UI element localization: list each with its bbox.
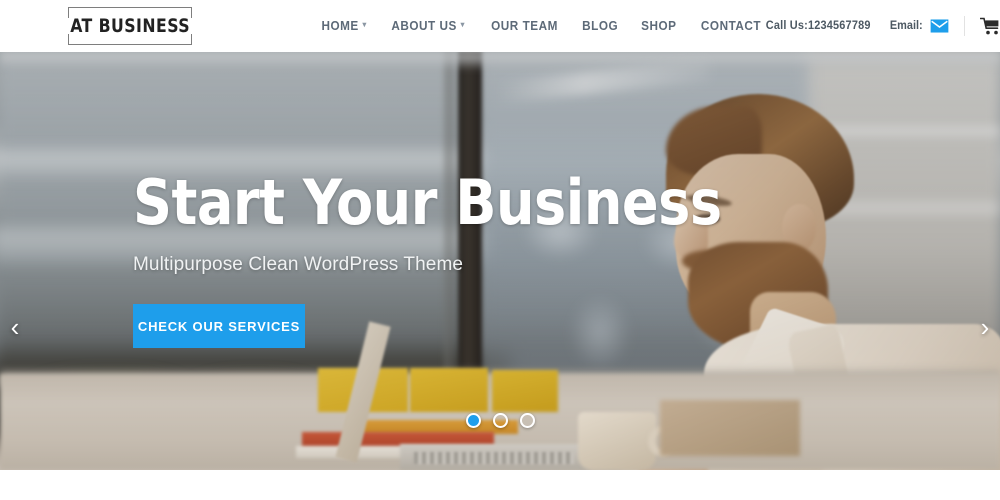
hero-subtitle: Multipurpose Clean WordPress Theme bbox=[133, 254, 464, 275]
main-navigation: HOME ▾ ABOUT US ▾ OUR TEAM BLOG SHOP CON… bbox=[320, 19, 763, 33]
site-logo-text: AT BUSINESS bbox=[70, 15, 190, 37]
carousel-dot-2[interactable] bbox=[492, 413, 508, 428]
carousel-dot-3[interactable] bbox=[519, 413, 535, 428]
carousel-prev-arrow-icon[interactable]: ‹ bbox=[2, 310, 28, 344]
carousel-dots bbox=[0, 413, 1000, 428]
hero-content: Start Your Business Multipurpose Clean W… bbox=[133, 172, 740, 348]
hero-title: Start Your Business bbox=[133, 166, 722, 239]
nav-item-home-label: HOME bbox=[321, 19, 359, 33]
site-header: AT BUSINESS HOME ▾ ABOUT US ▾ OUR TEAM B… bbox=[0, 0, 1000, 52]
nav-item-shop-label: SHOP bbox=[641, 19, 677, 33]
hero-slider: Start Your Business Multipurpose Clean W… bbox=[0, 52, 1000, 470]
nav-item-our-team[interactable]: OUR TEAM bbox=[491, 19, 558, 33]
check-our-services-button[interactable]: CHECK OUR SERVICES bbox=[133, 304, 305, 348]
nav-item-shop[interactable]: SHOP bbox=[641, 19, 676, 33]
nav-item-about-us-label: ABOUT US bbox=[391, 19, 458, 33]
nav-item-home[interactable]: HOME ▾ bbox=[321, 19, 366, 33]
nav-item-our-team-label: OUR TEAM bbox=[490, 19, 558, 33]
page-body-below-hero bbox=[0, 470, 1000, 500]
nav-item-contact[interactable]: CONTACT bbox=[700, 19, 760, 33]
site-logo[interactable]: AT BUSINESS bbox=[68, 7, 192, 45]
carousel-dot-1[interactable] bbox=[465, 413, 481, 428]
shopping-cart-icon bbox=[980, 17, 999, 34]
chevron-down-icon: ▾ bbox=[362, 20, 367, 29]
nav-item-about-us[interactable]: ABOUT US ▾ bbox=[392, 19, 466, 33]
nav-item-blog-label: BLOG bbox=[581, 19, 618, 33]
phone-number-text: Call Us:1234567789 bbox=[765, 20, 871, 32]
chevron-down-icon: ▾ bbox=[460, 20, 466, 29]
carousel-next-arrow-icon[interactable]: › bbox=[972, 310, 998, 344]
cart-button[interactable]: 29 bbox=[978, 13, 1000, 39]
header-divider bbox=[964, 16, 966, 36]
header-contact-area: Call Us:1234567789 Email: 29 bbox=[763, 13, 1000, 39]
nav-item-blog[interactable]: BLOG bbox=[582, 19, 618, 33]
envelope-icon[interactable] bbox=[930, 19, 949, 33]
nav-item-contact-label: CONTACT bbox=[700, 19, 761, 33]
email-label: Email: bbox=[889, 20, 923, 32]
